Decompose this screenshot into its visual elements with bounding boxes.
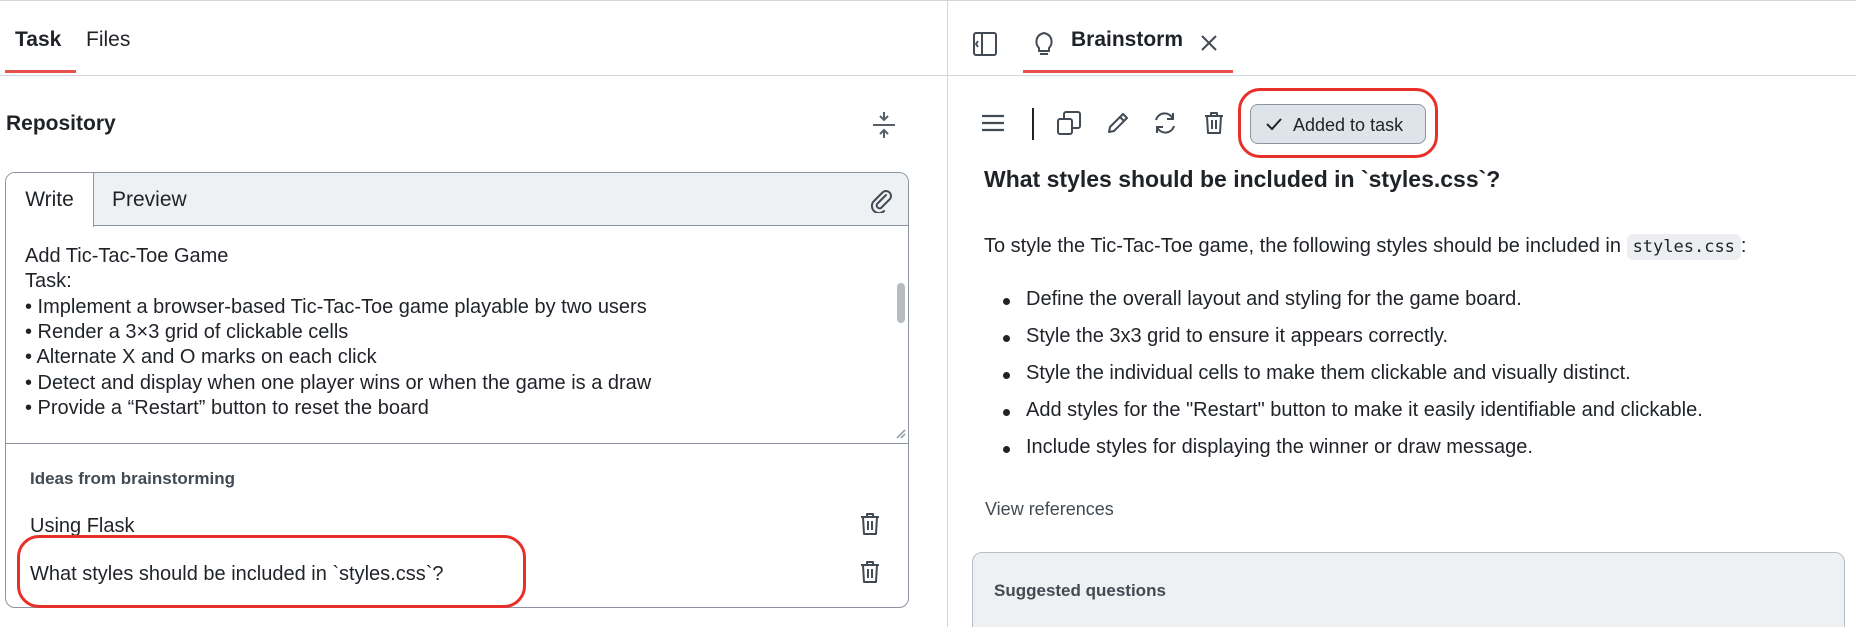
editor-scrollbar[interactable]: [897, 283, 905, 323]
ideas-heading: Ideas from brainstorming: [30, 469, 235, 488]
resize-grip-icon[interactable]: [894, 426, 906, 439]
bullet-dot: [1003, 409, 1010, 416]
answer-intro: To style the Tic-Tac-Toe game, the follo…: [984, 234, 1747, 260]
menu-icon[interactable]: [980, 110, 1006, 136]
brainstorm-pane: Brainstorm Added to task What styles sho…: [948, 0, 1856, 627]
list-item-text: Include styles for displaying the winner…: [1026, 436, 1533, 458]
paperclip-icon[interactable]: [868, 187, 894, 215]
task-pane: Task Files Repository Write Preview Add …: [0, 0, 947, 627]
inline-code: styles.css: [1626, 234, 1741, 260]
text-line: • Provide a “Restart” button to reset th…: [25, 397, 429, 419]
suggested-questions-heading: Suggested questions: [994, 581, 1166, 600]
refresh-icon[interactable]: [1152, 110, 1178, 136]
intro-suffix: :: [1740, 235, 1747, 257]
view-references-link[interactable]: View references: [985, 499, 1114, 520]
toolbar-separator: [1032, 108, 1034, 140]
collapse-icon[interactable]: [871, 110, 897, 140]
text-line: • Alternate X and O marks on each click: [25, 346, 377, 368]
task-description-textarea[interactable]: Add Tic-Tac-Toe Game Task: • Implement a…: [6, 226, 908, 444]
list-item-text: Style the 3x3 grid to ensure it appears …: [1026, 325, 1449, 347]
tab-files[interactable]: Files: [86, 28, 130, 52]
highlight-annotation: [1238, 88, 1438, 158]
text-line: Task:: [25, 270, 72, 292]
active-tab-indicator: [5, 70, 76, 73]
bullet-dot: [1003, 372, 1010, 379]
trash-icon[interactable]: [1201, 110, 1227, 136]
bullet-dot: [1003, 335, 1010, 342]
repository-heading: Repository: [6, 112, 116, 135]
list-item-text: Add styles for the "Restart" button to m…: [1026, 399, 1703, 421]
highlight-annotation: [17, 535, 526, 608]
bullet-dot: [1003, 446, 1010, 453]
text-line: • Implement a browser-based Tic-Tac-Toe …: [25, 296, 647, 318]
intro-text: To style the Tic-Tac-Toe game, the follo…: [984, 235, 1627, 257]
text-line: Add Tic-Tac-Toe Game: [25, 245, 229, 267]
tab-task[interactable]: Task: [15, 28, 61, 52]
brainstorm-tabs: Brainstorm: [948, 4, 1856, 76]
list-item-text: Style the individual cells to make them …: [1026, 362, 1631, 384]
tab-brainstorm[interactable]: Brainstorm: [1071, 28, 1183, 52]
active-tab-indicator: [1023, 70, 1233, 73]
pencil-icon[interactable]: [1105, 110, 1131, 136]
text-line: • Render a 3×3 grid of clickable cells: [25, 321, 349, 343]
copy-icon[interactable]: [1056, 110, 1082, 136]
list-item-text: Define the overall layout and styling fo…: [1026, 288, 1522, 310]
trash-icon[interactable]: [858, 511, 882, 537]
sidebar-toggle-icon[interactable]: [972, 31, 998, 57]
suggested-questions-panel: Suggested questions: [972, 552, 1845, 627]
trash-icon[interactable]: [858, 559, 882, 585]
answer-heading: What styles should be included in `style…: [984, 166, 1501, 192]
tab-write[interactable]: Write: [6, 173, 94, 227]
editor-tab-bar: Write Preview: [6, 173, 908, 227]
task-tabs: Task Files: [0, 4, 947, 76]
text-line: • Detect and display when one player win…: [25, 372, 652, 394]
bullet-dot: [1003, 298, 1010, 305]
tab-preview[interactable]: Preview: [112, 173, 187, 226]
close-icon[interactable]: [1199, 33, 1219, 53]
lightbulb-icon: [1033, 30, 1055, 58]
